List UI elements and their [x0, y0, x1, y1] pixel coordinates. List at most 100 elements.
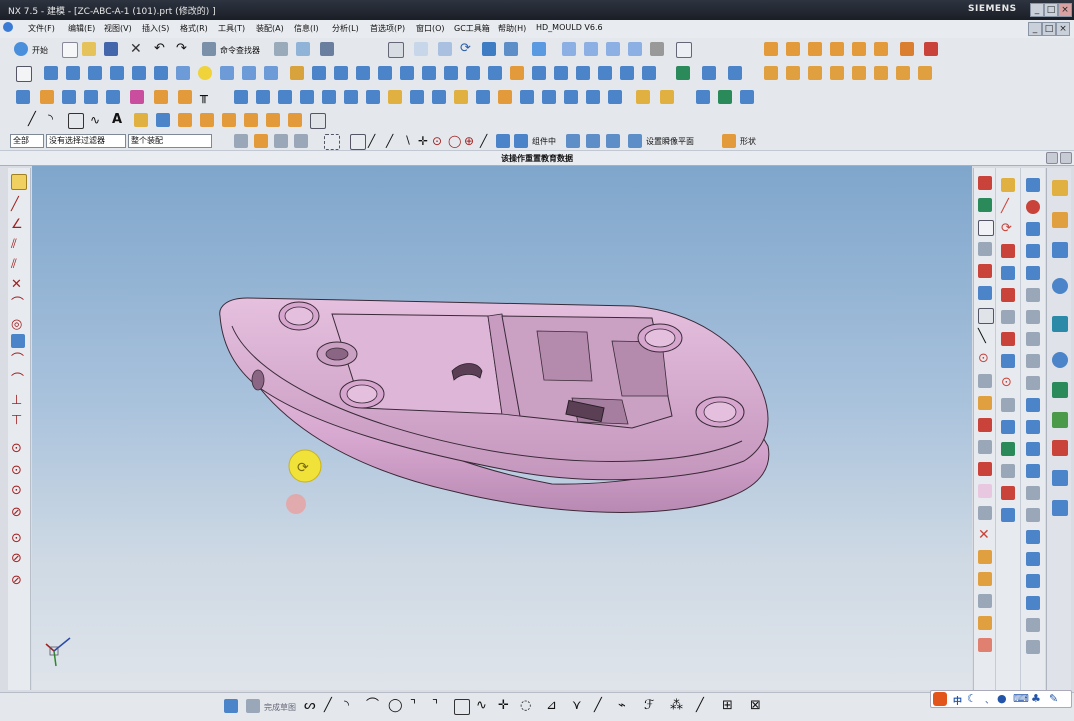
bottom-mirror-icon[interactable]: ℱ [644, 699, 658, 713]
bottom-chamfer-icon[interactable]: ⌝ [432, 699, 446, 713]
design-pin-icon[interactable] [1001, 332, 1015, 346]
constraint-fixed-icon[interactable] [11, 334, 25, 348]
studio-icon[interactable] [628, 42, 642, 56]
mold-init-icon[interactable] [978, 176, 992, 190]
mold-electrode-icon[interactable] [978, 418, 992, 432]
part-cap-icon[interactable] [1026, 530, 1040, 544]
resource-assembly-navigator-icon[interactable] [1052, 180, 1068, 196]
bottom-constraint-icon[interactable]: ╱ [696, 699, 710, 713]
close-button[interactable]: × [1058, 3, 1072, 17]
mold-base-icon[interactable] [978, 264, 992, 278]
rectangle-icon[interactable] [68, 113, 84, 129]
resource-history-icon[interactable] [1052, 382, 1068, 398]
constraint-tangent-icon[interactable]: ⌒ [11, 298, 25, 312]
doc-close-button[interactable]: × [1056, 22, 1070, 36]
part-bolt-icon[interactable] [1026, 178, 1040, 192]
untrim-icon[interactable] [388, 90, 402, 104]
x-form-icon[interactable] [410, 90, 424, 104]
part-fitting-icon[interactable] [1026, 596, 1040, 610]
redo-icon[interactable]: ↷ [176, 42, 190, 56]
constraint-point-on-curve-icon[interactable]: ⊙ [11, 442, 25, 456]
mold-shrink-icon[interactable] [830, 42, 844, 56]
minimize-button[interactable]: _ [1030, 3, 1044, 17]
graphics-window[interactable]: ⟳ [32, 166, 972, 690]
bottom-trim-icon[interactable]: ⊿ [546, 699, 560, 713]
part-guide-pin-icon[interactable] [1026, 288, 1040, 302]
work-plane-label[interactable]: 设置瞬像平面 [646, 136, 694, 147]
zoom-window-icon[interactable] [438, 42, 452, 56]
rotate-view-icon[interactable]: ⟳ [460, 42, 474, 56]
extend-sketch-icon[interactable] [200, 113, 214, 127]
save-icon[interactable] [104, 42, 118, 56]
enlarge-icon[interactable] [454, 90, 468, 104]
project-curve-icon[interactable] [808, 66, 822, 80]
open-folder-icon[interactable] [82, 42, 96, 56]
menu-hd-mould[interactable]: HD_MOULD V6.6 [536, 23, 603, 32]
swept-icon[interactable] [62, 90, 76, 104]
divide-face-icon[interactable] [344, 90, 358, 104]
design-gear-icon[interactable] [1001, 420, 1015, 434]
snap-line-icon[interactable]: ╱ [368, 134, 382, 148]
new-file-icon[interactable] [62, 42, 78, 58]
component-icon[interactable] [514, 134, 528, 148]
shell-icon[interactable] [400, 66, 414, 80]
law-extension-icon[interactable] [256, 90, 270, 104]
patch-icon[interactable] [620, 66, 634, 80]
bounded-plane-icon[interactable] [154, 90, 168, 104]
bottom-pattern-icon[interactable]: ⁂ [670, 699, 684, 713]
sphere-icon[interactable] [198, 66, 212, 80]
snap-endpoint-icon[interactable]: ╱ [386, 134, 400, 148]
menu-insert[interactable]: 插入(S) [142, 23, 169, 34]
cylinder-icon[interactable] [220, 66, 234, 80]
part-nut-icon[interactable] [1026, 486, 1040, 500]
replace-face-icon[interactable] [728, 66, 742, 80]
pattern-sketch-icon[interactable] [266, 113, 280, 127]
bottom-derived-icon[interactable]: ⌁ [618, 699, 632, 713]
from-point-cloud-icon[interactable] [660, 90, 674, 104]
menu-analysis[interactable]: 分析(L) [332, 23, 359, 34]
through-mesh-icon[interactable] [40, 90, 54, 104]
part-o-ring-icon[interactable] [1026, 618, 1040, 632]
text-curve-icon[interactable] [896, 66, 910, 80]
snap-control-icon[interactable] [294, 134, 308, 148]
work-part-icon[interactable] [566, 134, 580, 148]
start-button[interactable]: 开始 [32, 45, 48, 56]
bridge-curve-icon[interactable] [852, 66, 866, 80]
zoom-icon[interactable] [414, 42, 428, 56]
reflection-icon[interactable] [740, 90, 754, 104]
menu-information[interactable]: 信息(I) [294, 23, 319, 34]
text-icon[interactable]: A [112, 113, 126, 127]
design-offset-icon[interactable] [1001, 310, 1015, 324]
shaded-edges-icon[interactable] [562, 42, 576, 56]
undo-icon[interactable]: ↶ [154, 42, 168, 56]
helix-icon[interactable] [874, 66, 888, 80]
design-refresh-icon[interactable] [1001, 486, 1015, 500]
constraint-equal-icon[interactable]: ⫽ [11, 258, 25, 272]
part-screw-icon[interactable] [1026, 442, 1040, 456]
bottom-point-icon[interactable]: ✛ [498, 699, 512, 713]
mold-view-manager-icon[interactable] [978, 550, 992, 564]
trim-extend-icon[interactable] [322, 90, 336, 104]
menu-assembly[interactable]: 装配(A) [256, 23, 284, 34]
ime-moon-icon[interactable]: ☾ [967, 692, 981, 706]
mold-project-icon[interactable] [786, 42, 800, 56]
design-rotate-icon[interactable]: ⟳ [1001, 222, 1015, 236]
pattern-icon[interactable] [510, 66, 524, 80]
design-table-icon[interactable] [1001, 288, 1015, 302]
ime-language-toggle[interactable]: 中 [953, 694, 962, 707]
mold-line-icon[interactable]: ╲ [978, 330, 992, 344]
mold-block-icon[interactable] [978, 220, 994, 236]
constraint-angle-icon[interactable]: ∠ [11, 218, 25, 232]
intersect-curve-icon[interactable] [830, 66, 844, 80]
constraint-concentric-icon[interactable]: ◎ [11, 318, 25, 332]
design-layer-icon[interactable] [1001, 354, 1015, 368]
menu-format[interactable]: 格式(R) [180, 23, 208, 34]
part-thermocouple-icon[interactable] [1026, 640, 1040, 654]
unite-icon[interactable] [290, 66, 304, 80]
extension-icon[interactable] [234, 90, 248, 104]
constraint-horizontal-icon[interactable]: ⊥ [11, 394, 25, 408]
studio-surface-icon[interactable] [130, 90, 144, 104]
design-grid-icon[interactable] [1001, 266, 1015, 280]
subtract-icon[interactable] [312, 66, 326, 80]
menu-edit[interactable]: 编辑(E) [68, 23, 95, 34]
